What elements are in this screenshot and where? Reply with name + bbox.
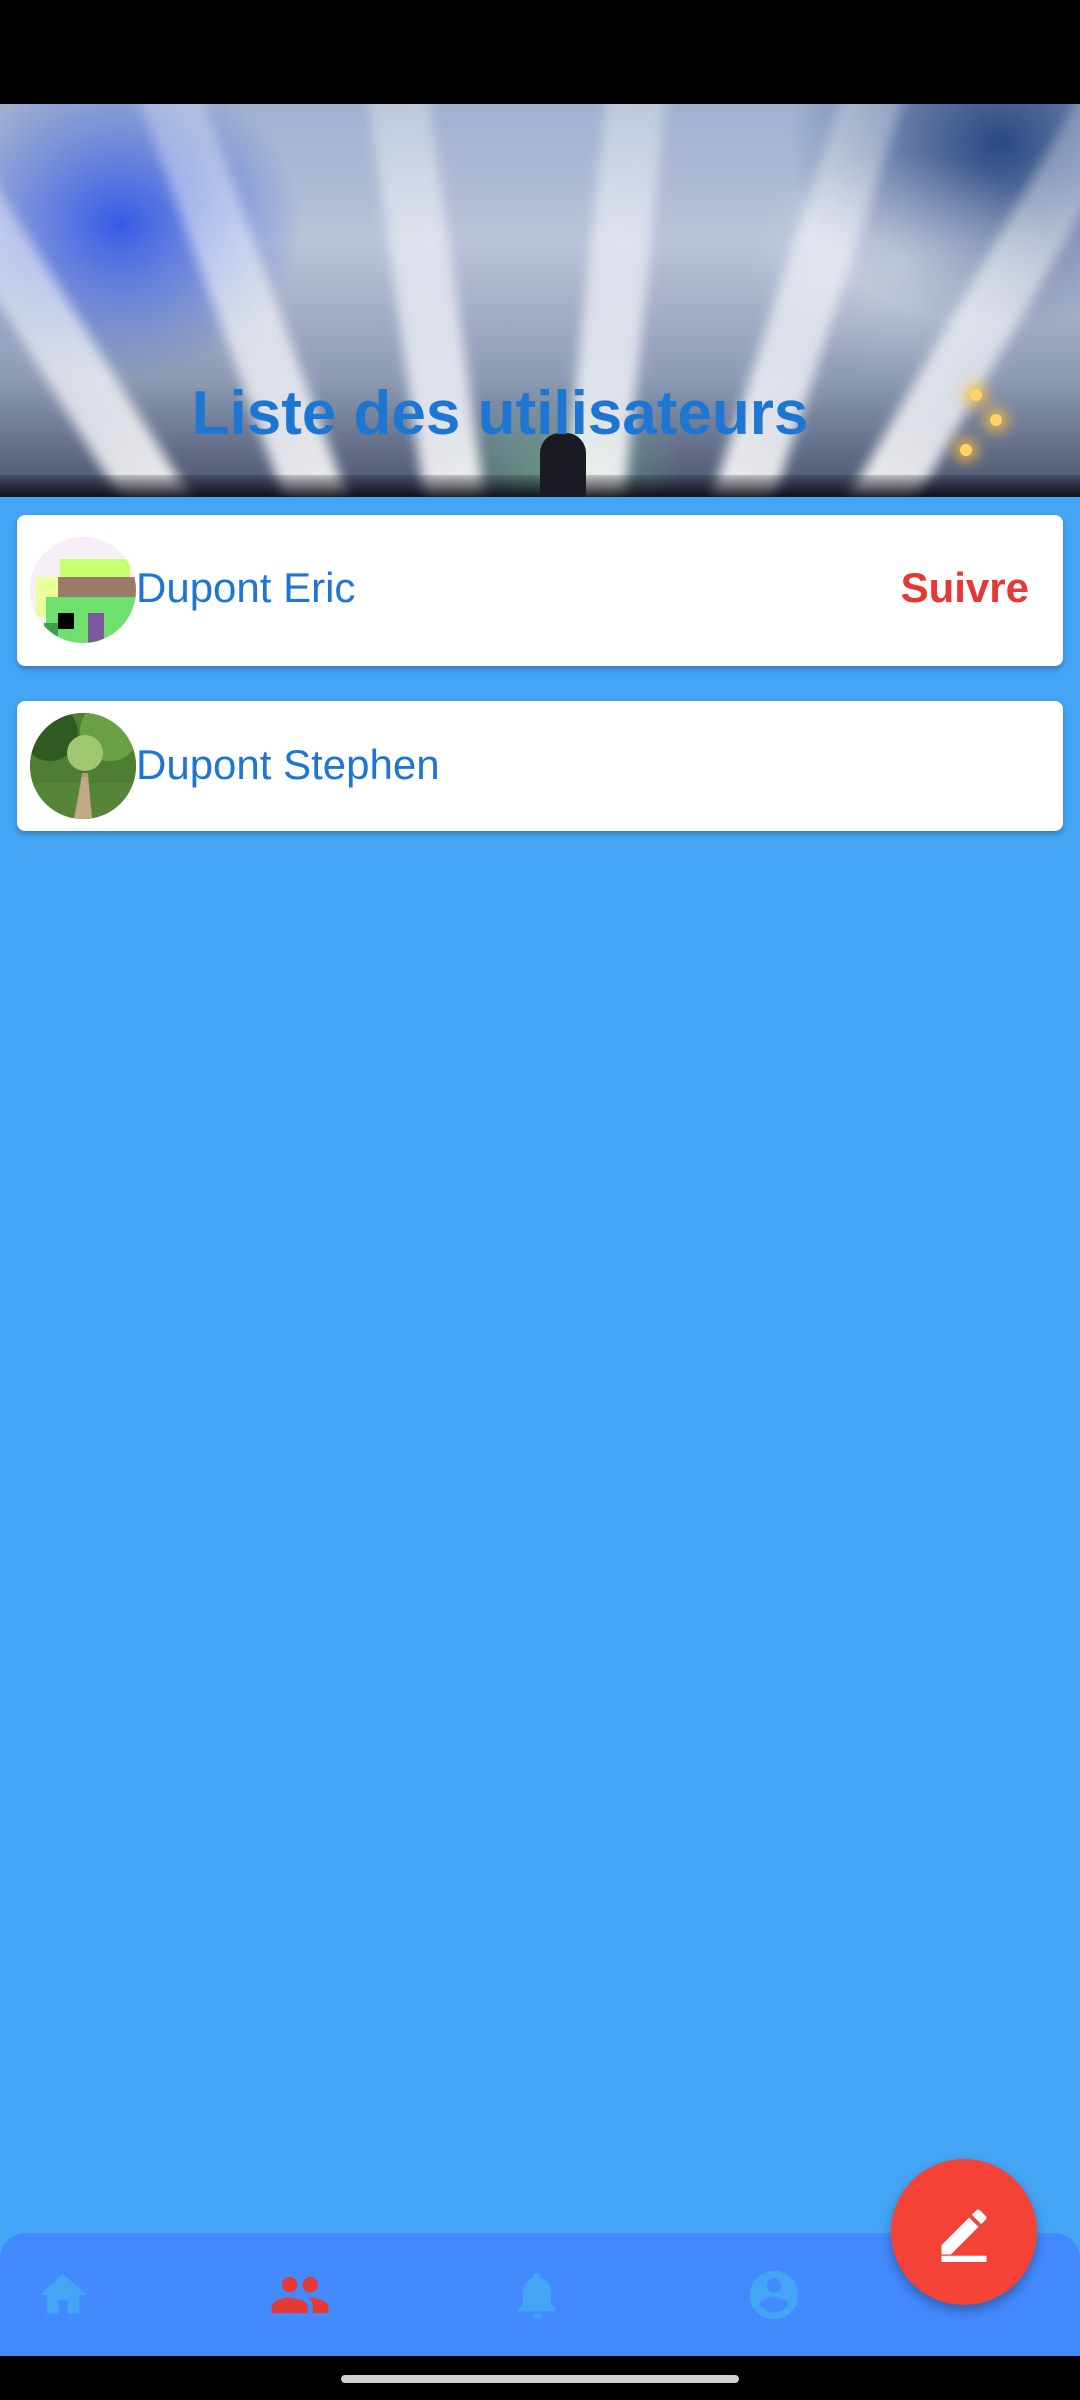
- edit-icon: [941, 2209, 987, 2262]
- user-name: Dupont Stephen: [136, 741, 440, 788]
- account-circle-icon: [749, 2270, 799, 2320]
- avatar: [30, 713, 136, 819]
- user-card[interactable]: Dupont Stephen: [17, 701, 1063, 831]
- nav-item-notifications[interactable]: [505, 2263, 569, 2327]
- group-icon: [271, 2276, 329, 2314]
- nav-item-profile[interactable]: [742, 2263, 806, 2327]
- edit-fab-button[interactable]: [891, 2159, 1037, 2305]
- home-icon: [39, 2274, 87, 2314]
- nav-item-users[interactable]: [268, 2263, 332, 2327]
- bell-icon: [518, 2272, 556, 2319]
- user-card[interactable]: Dupont Eric Suivre: [17, 515, 1063, 666]
- avatar-image: [30, 537, 136, 643]
- avatar: [30, 537, 136, 643]
- user-name: Dupont Eric: [136, 564, 356, 611]
- avatar-image: [30, 713, 136, 819]
- system-navigation-bar: [0, 2356, 1080, 2400]
- nav-item-home[interactable]: [31, 2263, 95, 2327]
- page-title: Liste des utilisateurs: [191, 379, 809, 448]
- status-bar: [0, 0, 1080, 104]
- follow-button[interactable]: Suivre: [901, 564, 1029, 612]
- home-indicator[interactable]: [341, 2375, 739, 2383]
